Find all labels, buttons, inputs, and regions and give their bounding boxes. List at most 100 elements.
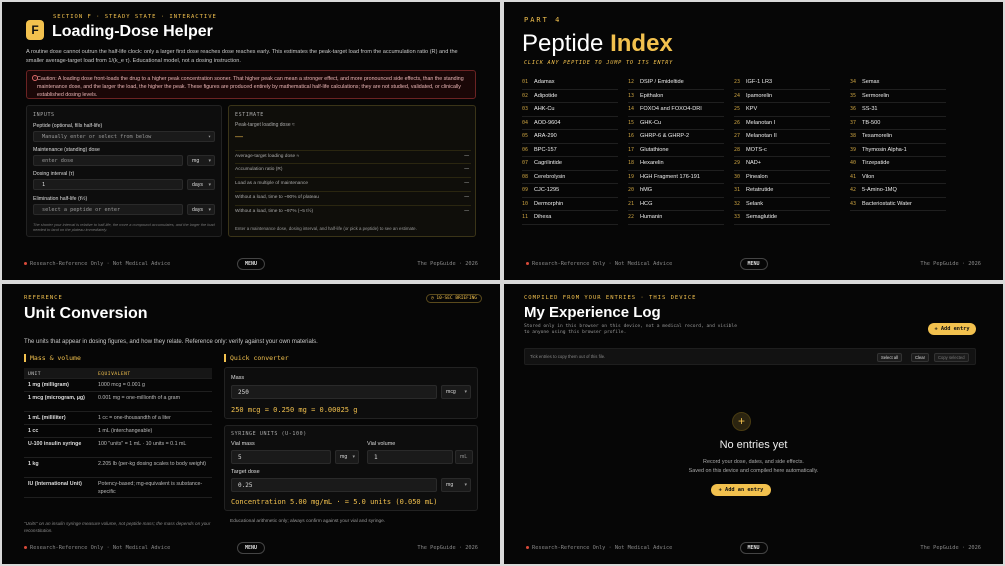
peptide-link[interactable]: 40 Tirzepatide bbox=[850, 157, 946, 171]
estimate-note: Enter a maintenance dose, dosing interva… bbox=[235, 226, 417, 231]
peptide-link[interactable]: 08 Cerebrolysin bbox=[522, 171, 618, 184]
peptide-link[interactable]: 21 HCG bbox=[628, 198, 724, 211]
peptide-link[interactable]: 42 5-Amino-1MQ bbox=[850, 184, 946, 198]
peptide-link[interactable]: 26 Melanotan I bbox=[734, 117, 830, 130]
chevron-down-icon: ▾ bbox=[208, 207, 211, 213]
peptide-name: NAD+ bbox=[746, 160, 762, 166]
peptide-link[interactable]: 05 ARA-290 bbox=[522, 130, 618, 144]
estimate-row: Average-target loading dose ≈ — bbox=[235, 150, 471, 162]
menu-button[interactable]: MENU bbox=[739, 542, 768, 554]
mass-input[interactable]: 250 bbox=[231, 385, 437, 399]
peptide-name: HGH Fragment 176-191 bbox=[640, 173, 701, 180]
peptide-number: 07 bbox=[522, 160, 529, 166]
vial-mass-unit: mg bbox=[340, 454, 348, 460]
menu-button[interactable]: MENU bbox=[739, 258, 768, 270]
brand-year: The PepGuide · 2026 bbox=[417, 545, 478, 551]
peptide-link[interactable]: 29 NAD+ bbox=[734, 157, 830, 171]
peptide-number: 06 bbox=[522, 146, 529, 153]
peptide-name: Tesamorelin bbox=[862, 133, 893, 139]
peptide-link[interactable]: 39 Thymosin Alpha-1 bbox=[850, 144, 946, 157]
peptide-placeholder: Manually enter or select from below bbox=[42, 134, 152, 140]
peptide-link[interactable]: 18 Hexarelin bbox=[628, 157, 724, 171]
brand-year: The PepGuide · 2026 bbox=[920, 261, 981, 267]
col-equiv-header: EQUIVALENT bbox=[98, 372, 131, 377]
peptide-link[interactable]: 19 HGH Fragment 176-191 bbox=[628, 171, 724, 184]
caution-box: ! Caution: A loading dose front-loads th… bbox=[26, 70, 476, 99]
peptide-link[interactable]: 02 Adipotide bbox=[522, 90, 618, 103]
peptide-name: Bacteriostatic Water bbox=[862, 200, 912, 207]
vial-volume-input[interactable]: 1 bbox=[367, 450, 453, 464]
unit-cell: 1 cc bbox=[28, 428, 39, 434]
peptide-number: 04 bbox=[522, 119, 529, 126]
vial-mass-unit-select[interactable]: mg ▾ bbox=[335, 450, 359, 464]
copy-selected-button[interactable]: Copy selected bbox=[934, 353, 969, 362]
select-all-button[interactable]: Select all bbox=[877, 353, 902, 362]
peptide-link[interactable]: 43 Bacteriostatic Water bbox=[850, 198, 946, 211]
peptide-link[interactable]: 12 DSIP / Emideltide bbox=[628, 76, 724, 90]
peptide-link[interactable]: 10 Dermorphin bbox=[522, 198, 618, 211]
peptide-name: hMG bbox=[640, 187, 653, 193]
peptide-link[interactable]: 38 Tesamorelin bbox=[850, 130, 946, 144]
vial-mass-input[interactable]: 5 bbox=[231, 450, 331, 464]
peptide-link[interactable]: 23 IGF-1 LR3 bbox=[734, 76, 830, 90]
peptide-link[interactable]: 01 Adamax bbox=[522, 76, 618, 90]
peptide-link[interactable]: 33 Semaglutide bbox=[734, 211, 830, 225]
peptide-number: 08 bbox=[522, 173, 529, 180]
inputs-note: The shorter your interval is relative to… bbox=[33, 222, 215, 232]
peptide-link[interactable]: 22 Humanin bbox=[628, 211, 724, 225]
peptide-number: 39 bbox=[850, 146, 857, 153]
briefing-badge[interactable]: ◷ 10-SEC BRIEFING bbox=[425, 294, 482, 303]
half-life-unit-select[interactable]: days ▾ bbox=[187, 204, 215, 215]
mass-unit-select[interactable]: mcg ▾ bbox=[441, 385, 471, 399]
peptide-link[interactable]: 17 Glutathione bbox=[628, 144, 724, 157]
peptide-link[interactable]: 28 MOTS-c bbox=[734, 144, 830, 157]
peptide-number: 33 bbox=[734, 214, 741, 220]
interval-input[interactable]: 1 bbox=[33, 179, 183, 190]
peptide-link[interactable]: 37 TB-500 bbox=[850, 117, 946, 130]
menu-button[interactable]: MENU bbox=[236, 542, 266, 554]
target-unit-select[interactable]: mg ▾ bbox=[441, 478, 471, 492]
menu-button[interactable]: MENU bbox=[236, 258, 266, 270]
peptide-link[interactable]: 06 BPC-157 bbox=[522, 144, 618, 157]
peptide-link[interactable]: 20 hMG bbox=[628, 184, 724, 198]
target-dose-input[interactable]: 0.25 bbox=[231, 478, 437, 492]
vial-mass-label: Vial mass bbox=[231, 441, 255, 447]
peptide-link[interactable]: 09 CJC-1295 bbox=[522, 184, 618, 198]
row-label: Without a load, time to ~97% (~5 t½) bbox=[235, 209, 314, 214]
peptide-link[interactable]: 31 Retatrutide bbox=[734, 184, 830, 198]
peptide-link[interactable]: 35 Sermorelin bbox=[850, 90, 946, 103]
peptide-link[interactable]: 24 Ipamorelin bbox=[734, 90, 830, 103]
chevron-down-icon: ▾ bbox=[207, 134, 211, 140]
maintenance-dose-input[interactable]: enter dose bbox=[33, 155, 183, 166]
peptide-name: Adipotide bbox=[534, 92, 558, 99]
peptide-link[interactable]: 04 AOD-9604 bbox=[522, 117, 618, 130]
section-eyebrow: REFERENCE bbox=[24, 295, 63, 301]
peptide-link[interactable]: 27 Melanotan II bbox=[734, 130, 830, 144]
maintenance-unit-select[interactable]: mg ▾ bbox=[187, 155, 215, 166]
peptide-link[interactable]: 03 AHK-Cu bbox=[522, 103, 618, 117]
peptide-link[interactable]: 32 Selank bbox=[734, 198, 830, 211]
add-entry-button[interactable]: + Add entry bbox=[928, 323, 976, 335]
peptide-select[interactable]: Manually enter or select from below ▾ bbox=[33, 131, 215, 142]
half-life-input[interactable]: select a peptide or enter bbox=[33, 204, 183, 215]
peptide-link[interactable]: 15 GHK-Cu bbox=[628, 117, 724, 130]
interval-unit-select[interactable]: days ▾ bbox=[187, 179, 215, 190]
add-an-entry-button[interactable]: + Add an entry bbox=[711, 484, 771, 496]
maintenance-label: Maintenance (standing) dose bbox=[33, 147, 100, 153]
peptide-link[interactable]: 41 Vilon bbox=[850, 171, 946, 184]
peptide-link[interactable]: 30 Pinealon bbox=[734, 171, 830, 184]
peptide-link[interactable]: 13 Epithalon bbox=[628, 90, 724, 103]
peptide-link[interactable]: 34 Semax bbox=[850, 76, 946, 90]
peptide-link[interactable]: 11 Dihexa bbox=[522, 211, 618, 225]
footer: Research-Reference Only · Not Medical Ad… bbox=[24, 542, 478, 554]
peptide-number: 29 bbox=[734, 160, 741, 166]
peptide-link[interactable]: 16 GHRP-6 & GHRP-2 bbox=[628, 130, 724, 144]
peptide-link[interactable]: 25 KPV bbox=[734, 103, 830, 117]
clear-button[interactable]: Clear bbox=[911, 353, 930, 362]
estimate-row: Load as a multiple of maintenance — bbox=[235, 177, 471, 189]
section-eyebrow: SECTION F · STEADY STATE · INTERACTIVE bbox=[53, 14, 217, 20]
peptide-link[interactable]: 14 FOXO4 and FOXO4-DRI bbox=[628, 103, 724, 117]
peptide-link[interactable]: 07 Cagrilintide bbox=[522, 157, 618, 171]
peptide-link[interactable]: 36 SS-31 bbox=[850, 103, 946, 117]
row-label: Without a load, time to ~90% of plateau bbox=[235, 195, 319, 200]
